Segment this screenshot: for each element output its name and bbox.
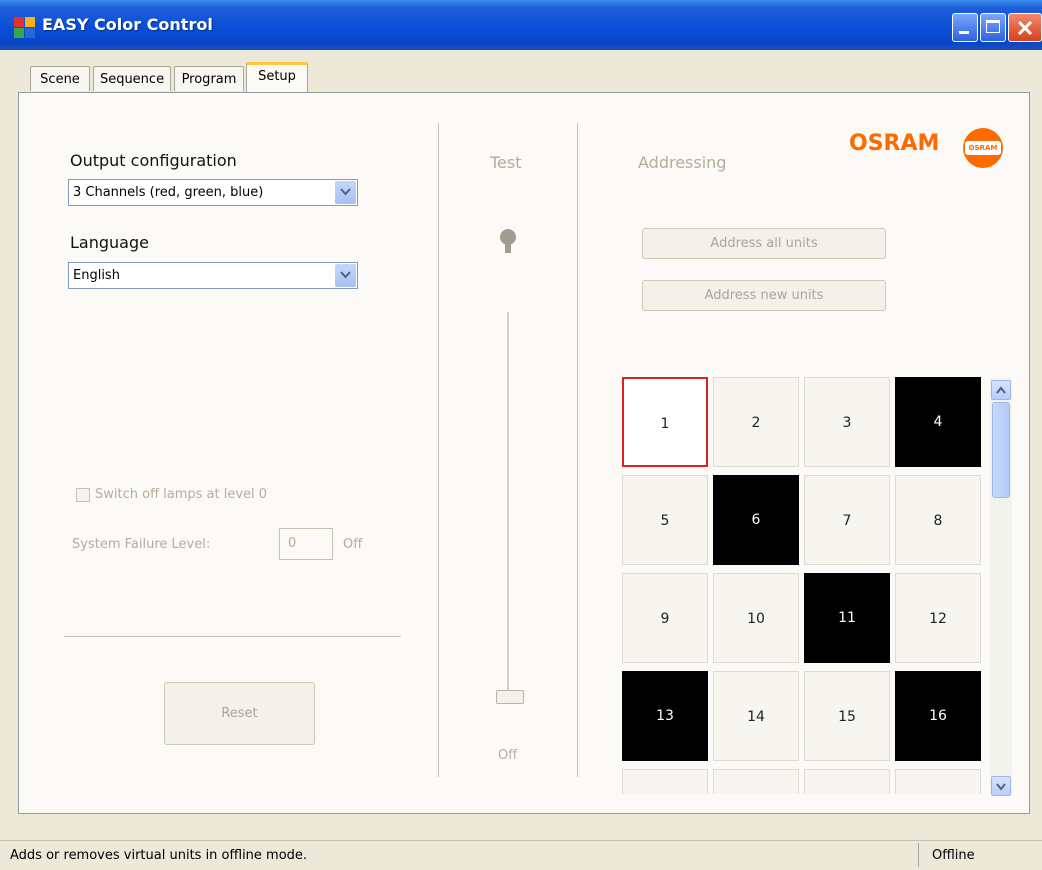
output-configuration-value: 3 Channels (red, green, blue)	[73, 185, 264, 200]
unit-cell[interactable]: 3	[804, 377, 890, 467]
units-scrollbar[interactable]	[990, 378, 1012, 796]
lamp-icon	[500, 229, 516, 253]
language-value: English	[73, 268, 120, 283]
osram-badge: OSRAM	[965, 141, 1001, 155]
unit-cell[interactable]: 7	[804, 475, 890, 565]
unit-cell[interactable]: 15	[804, 671, 890, 761]
unit-cell[interactable]	[622, 769, 708, 794]
switch-off-checkbox[interactable]	[76, 488, 90, 502]
app-icon	[14, 17, 35, 38]
unit-cell[interactable]: 5	[622, 475, 708, 565]
unit-cell[interactable]: 1	[622, 377, 708, 467]
system-failure-input[interactable]: 0	[279, 528, 333, 560]
minimize-button[interactable]	[952, 13, 978, 42]
chevron-up-icon	[996, 386, 1006, 394]
unit-cell[interactable]: 6	[713, 475, 799, 565]
scroll-down-button[interactable]	[991, 776, 1011, 796]
osram-logo-text: OSRAM	[849, 131, 940, 156]
addressing-heading: Addressing	[638, 153, 727, 172]
test-slider-thumb[interactable]	[496, 690, 524, 704]
unit-cell[interactable]: 12	[895, 573, 981, 663]
test-slider-value: Off	[498, 748, 518, 763]
scroll-up-button[interactable]	[991, 380, 1011, 400]
divider	[64, 636, 401, 637]
system-failure-label: System Failure Level:	[72, 537, 211, 552]
maximize-icon	[986, 20, 1000, 33]
dropdown-button[interactable]	[335, 181, 356, 204]
status-message: Adds or removes virtual units in offline…	[10, 848, 308, 863]
test-slider-track	[507, 312, 509, 690]
output-configuration-select[interactable]: 3 Channels (red, green, blue)	[68, 179, 358, 206]
address-new-units-button[interactable]: Address new units	[642, 280, 886, 311]
minimize-icon	[959, 31, 969, 34]
status-separator	[918, 843, 919, 867]
unit-cell[interactable]: 13	[622, 671, 708, 761]
language-label: Language	[70, 233, 149, 252]
chevron-down-icon	[340, 271, 351, 279]
chevron-down-icon	[340, 188, 351, 196]
address-all-units-button[interactable]: Address all units	[642, 228, 886, 259]
dropdown-button[interactable]	[335, 264, 356, 287]
tab-scene[interactable]: Scene	[30, 66, 90, 91]
unit-cell[interactable]	[713, 769, 799, 794]
unit-cell[interactable]: 11	[804, 573, 890, 663]
chevron-down-icon	[996, 783, 1006, 791]
connection-status: Offline	[932, 848, 975, 863]
reset-button[interactable]: Reset	[164, 682, 315, 745]
unit-cell[interactable]: 10	[713, 573, 799, 663]
divider	[577, 123, 578, 777]
title-bar: EASY Color Control	[0, 0, 1042, 51]
switch-off-checkbox-label: Switch off lamps at level 0	[95, 487, 268, 502]
close-icon	[1017, 21, 1033, 35]
output-configuration-label: Output configuration	[70, 151, 237, 170]
osram-logo-icon: OSRAM	[963, 128, 1003, 168]
unit-cell[interactable]: 14	[713, 671, 799, 761]
unit-cell[interactable]: 16	[895, 671, 981, 761]
divider	[438, 123, 439, 777]
language-select[interactable]: English	[68, 262, 358, 289]
unit-cell[interactable]	[895, 769, 981, 794]
unit-cell[interactable]: 4	[895, 377, 981, 467]
window-title: EASY Color Control	[42, 15, 213, 34]
unit-cell[interactable]: 8	[895, 475, 981, 565]
tab-sequence[interactable]: Sequence	[93, 66, 171, 91]
unit-cell[interactable]: 9	[622, 573, 708, 663]
close-button[interactable]	[1008, 13, 1042, 42]
tab-program[interactable]: Program	[174, 66, 244, 91]
unit-cell[interactable]	[804, 769, 890, 794]
tab-setup[interactable]: Setup	[246, 62, 308, 92]
system-failure-unit: Off	[343, 537, 363, 552]
scroll-thumb[interactable]	[992, 402, 1010, 498]
units-grid: 1 2 3 4 5 6 7 8 9 10 11 12 13 14 15 16	[622, 377, 986, 794]
test-heading: Test	[490, 153, 522, 172]
maximize-button[interactable]	[980, 13, 1006, 42]
unit-cell[interactable]: 2	[713, 377, 799, 467]
